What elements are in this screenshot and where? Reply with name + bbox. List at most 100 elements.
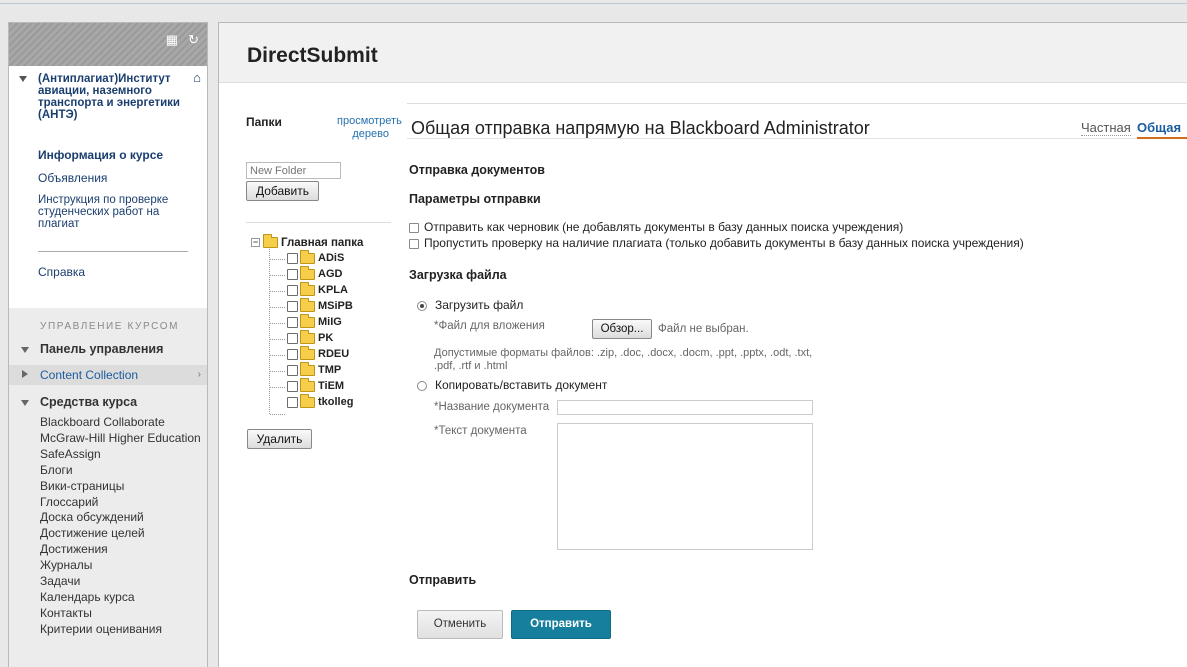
tool-item[interactable]: Журналы — [40, 558, 201, 574]
sidebar-item-course-info[interactable]: Информация о курсе — [9, 148, 207, 162]
folder-icon — [300, 265, 315, 280]
submit-button[interactable]: Отправить — [511, 610, 611, 639]
folder-view-icon[interactable]: ▦ — [166, 32, 178, 48]
allowed-formats-hint: Допустимые форматы файлов: .zip, .doc, .… — [434, 347, 813, 372]
tool-item[interactable]: Календарь курса — [40, 590, 201, 606]
file-status: Файл не выбран. — [658, 323, 749, 335]
tree-connector — [270, 387, 285, 388]
folder-row: AGD — [287, 265, 342, 280]
collapse-triangle-icon — [21, 400, 29, 406]
option-draft[interactable]: Отправить как черновик (не добавлять док… — [409, 220, 903, 234]
chevron-right-icon: › — [197, 369, 201, 380]
folder-label[interactable]: AGD — [318, 268, 342, 280]
draft-label: Отправить как черновик (не добавлять док… — [424, 220, 904, 234]
expand-triangle-icon — [22, 370, 28, 378]
folder-checkbox[interactable] — [287, 348, 298, 360]
folder-icon — [263, 234, 278, 249]
sidebar-divider — [38, 251, 188, 252]
sidebar-item-plagiarism-guide[interactable]: Инструкция по проверке студенческих рабо… — [9, 194, 207, 230]
folder-label[interactable]: tkolleg — [318, 396, 353, 408]
folder-label[interactable]: PK — [318, 332, 333, 344]
folder-row: RDEU — [287, 345, 349, 360]
section-documents: Отправка документов — [409, 163, 545, 177]
refresh-icon[interactable]: ↻ — [188, 32, 199, 48]
folders-separator — [246, 222, 391, 223]
collapse-triangle-icon[interactable] — [19, 76, 27, 82]
course-tools-label: Средства курса — [40, 395, 138, 409]
folder-label[interactable]: ADiS — [318, 252, 344, 264]
folder-icon — [300, 393, 315, 408]
course-tools-toggle[interactable]: Средства курса — [9, 395, 207, 409]
folder-icon — [300, 313, 315, 328]
folder-checkbox[interactable] — [287, 284, 298, 296]
folder-label[interactable]: MSiPB — [318, 300, 353, 312]
tool-item[interactable]: Blackboard Collaborate — [40, 415, 201, 431]
tool-item[interactable]: Критерии оценивания — [40, 622, 201, 638]
page-title: DirectSubmit — [247, 44, 378, 67]
folder-row: TMP — [287, 361, 341, 376]
tool-item[interactable]: Достижения — [40, 542, 201, 558]
tab-private[interactable]: Частная — [1081, 120, 1131, 136]
tool-item[interactable]: Достижение целей — [40, 526, 201, 542]
course-title: (Антиплагиат)Институт авиации, наземного… — [38, 73, 181, 121]
tool-item[interactable]: Вики-страницы — [40, 479, 201, 495]
form-top-separator — [407, 103, 1187, 104]
attach-file-label: *Файл для вложения — [434, 320, 545, 332]
folder-label[interactable]: RDEU — [318, 348, 349, 360]
tool-item[interactable]: Блоги — [40, 463, 201, 479]
doc-text-area[interactable] — [557, 423, 813, 550]
folder-label[interactable]: TMP — [318, 364, 341, 376]
folder-checkbox[interactable] — [287, 364, 298, 376]
folder-row: tkolleg — [287, 393, 353, 408]
folder-row: PK — [287, 329, 333, 344]
sidebar-item-announcements[interactable]: Объявления — [9, 171, 207, 185]
radio-paste-document[interactable]: Копировать/вставить документ — [417, 378, 607, 392]
option-skip-check[interactable]: Пропустить проверку на наличие плагиата … — [409, 236, 1024, 250]
folder-label[interactable]: MiIG — [318, 316, 342, 328]
main-content: DirectSubmit Папки ⋮ просмотреть дерево … — [218, 22, 1187, 667]
tree-connector — [270, 275, 285, 276]
folder-label[interactable]: KPLA — [318, 284, 348, 296]
delete-folder-button[interactable]: Удалить — [247, 429, 312, 449]
new-folder-input[interactable] — [246, 162, 341, 179]
control-panel-label: Панель управления — [40, 342, 164, 356]
view-tree-link[interactable]: ⋮ просмотреть дерево — [337, 115, 402, 141]
cancel-button[interactable]: Отменить — [417, 610, 503, 639]
tab-public[interactable]: Общая — [1137, 120, 1181, 135]
course-title-link[interactable]: (Антиплагиат)Институт авиации, наземного… — [9, 70, 207, 121]
skip-check-checkbox[interactable] — [409, 238, 419, 249]
tool-item[interactable]: Задачи — [40, 574, 201, 590]
draft-checkbox[interactable] — [409, 222, 419, 233]
folders-heading: Папки — [246, 115, 282, 129]
radio-upload-file[interactable]: Загрузить файл — [417, 298, 523, 312]
doc-text-label: *Текст документа — [434, 425, 527, 437]
content-collection-item[interactable]: Content Collection › — [9, 365, 207, 385]
add-folder-button[interactable]: Добавить — [246, 181, 319, 201]
folder-checkbox[interactable] — [287, 268, 298, 280]
folder-checkbox[interactable] — [287, 300, 298, 312]
tool-item[interactable]: McGraw-Hill Higher Education — [40, 431, 201, 447]
folder-row: KPLA — [287, 281, 348, 296]
folder-label[interactable]: TiEM — [318, 380, 344, 392]
radio-paste-button[interactable] — [417, 380, 427, 391]
folder-checkbox[interactable] — [287, 396, 298, 408]
folder-checkbox[interactable] — [287, 332, 298, 344]
sidebar-item-help[interactable]: Справка — [9, 265, 85, 279]
radio-upload-button[interactable] — [417, 300, 427, 311]
tree-connector — [270, 323, 285, 324]
folder-checkbox[interactable] — [287, 380, 298, 392]
tree-root-node[interactable]: − Главная папка — [251, 234, 363, 249]
tool-item[interactable]: Контакты — [40, 606, 201, 622]
tool-item[interactable]: Глоссарий — [40, 495, 201, 511]
folder-checkbox[interactable] — [287, 316, 298, 328]
folder-icon — [300, 329, 315, 344]
tool-item[interactable]: SafeAssign — [40, 447, 201, 463]
home-icon[interactable]: ⌂ — [193, 71, 201, 84]
control-panel-toggle[interactable]: Панель управления — [9, 342, 207, 356]
folder-icon — [300, 249, 315, 264]
browse-button[interactable]: Обзор... — [592, 319, 652, 339]
doc-name-input[interactable] — [557, 400, 813, 415]
tool-item[interactable]: Доска обсуждений — [40, 510, 201, 526]
collapse-tree-icon[interactable]: − — [251, 238, 260, 248]
folder-checkbox[interactable] — [287, 252, 298, 264]
